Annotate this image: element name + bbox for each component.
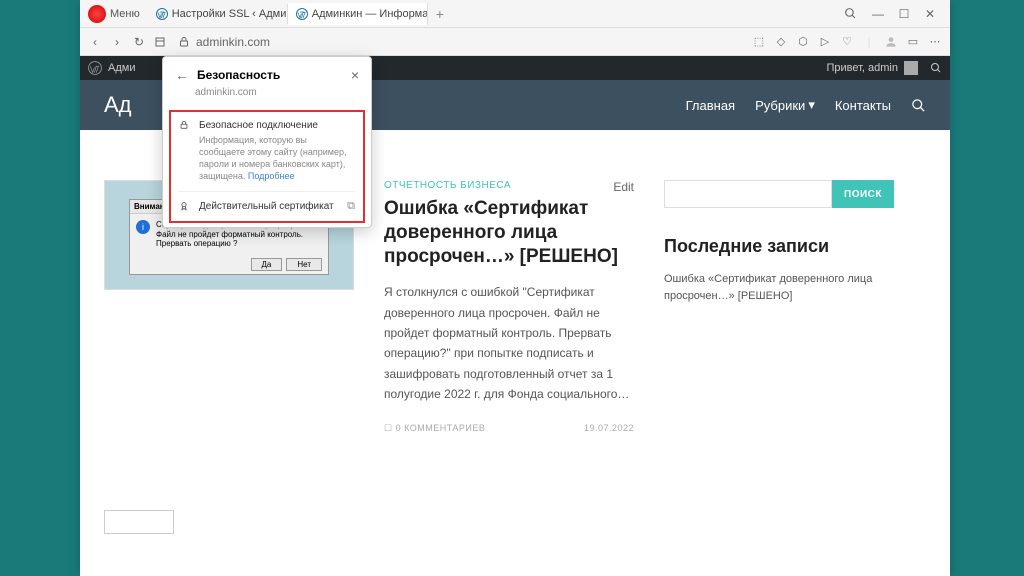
- info-icon: i: [136, 220, 150, 234]
- post-excerpt: Я столкнулся с ошибкой "Сертификат довер…: [384, 282, 634, 404]
- secure-connection-row: Безопасное подключение Информация, котор…: [179, 120, 355, 183]
- placeholder-box: [104, 510, 174, 534]
- tab-ssl-settings[interactable]: Настройки SSL ‹ Админки: [148, 4, 288, 24]
- learn-more-link[interactable]: Подробнее: [248, 171, 295, 181]
- certificate-row[interactable]: Действительный сертификат ⧉: [179, 191, 355, 213]
- tab-label: Админкин — Информаци: [312, 8, 428, 20]
- secure-title: Безопасное подключение: [199, 120, 355, 131]
- category-label[interactable]: ОТЧЕТНОСТЬ БИЗНЕСА: [384, 180, 634, 191]
- popup-title: Безопасность: [197, 68, 280, 82]
- site-logo[interactable]: Ад: [104, 92, 132, 118]
- new-tab-button[interactable]: +: [428, 2, 452, 26]
- wp-greeting[interactable]: Привет, admin: [826, 62, 898, 74]
- nav-menu: Главная Рубрики ▾ Контакты: [686, 97, 926, 113]
- open-icon[interactable]: ⧉: [347, 200, 355, 213]
- popup-header: ← Безопасность ×: [163, 57, 371, 87]
- url-field[interactable]: adminkin.com: [178, 35, 742, 49]
- shield-icon[interactable]: ◇: [774, 35, 788, 49]
- wp-search-icon[interactable]: [930, 62, 942, 74]
- lock-icon: [179, 120, 191, 130]
- site-settings-icon[interactable]: [178, 36, 190, 48]
- address-extras: ⬚ ◇ ⬡ ▷ ♡ | ▭ ⋯: [752, 35, 942, 49]
- divider: |: [862, 35, 876, 49]
- reload-icon[interactable]: ↻: [132, 35, 146, 49]
- wordpress-icon: [296, 8, 308, 20]
- left-column: Внимание i Сертификат доверенного лица п…: [104, 180, 354, 556]
- popup-domain: adminkin.com: [163, 87, 371, 106]
- edit-link[interactable]: Edit: [613, 180, 634, 194]
- certificate-icon: [179, 201, 191, 211]
- recent-post-link[interactable]: Ошибка «Сертификат доверенного лица прос…: [664, 271, 894, 304]
- address-bar: ‹ › ↻ adminkin.com ⬚ ◇ ⬡ ▷ ♡ | ▭ ⋯: [80, 28, 950, 56]
- search-button[interactable]: ПОИСК: [832, 180, 894, 208]
- nav-controls: ‹ › ↻: [88, 35, 168, 49]
- tab-adminkin[interactable]: Админкин — Информаци ×: [288, 3, 428, 25]
- wp-site-label[interactable]: Адми: [108, 62, 135, 74]
- sidebar-column: ПОИСК Последние записи Ошибка «Сертифика…: [664, 180, 894, 556]
- window-controls: — ☐ ✕: [844, 7, 946, 21]
- post-title[interactable]: Ошибка «Сертификат доверенного лица прос…: [384, 197, 634, 268]
- ext2-icon[interactable]: ⬡: [796, 35, 810, 49]
- comments-count[interactable]: ☐ 0 КОММЕНТАРИЕВ: [384, 423, 485, 434]
- nav-contacts[interactable]: Контакты: [835, 98, 891, 113]
- certificate-label: Действительный сертификат: [199, 201, 339, 212]
- heart-icon[interactable]: ♡: [840, 35, 854, 49]
- close-icon[interactable]: ×: [351, 67, 359, 83]
- thumb-yes-button: Да: [251, 258, 283, 271]
- search-icon[interactable]: [844, 7, 860, 20]
- profile-icon[interactable]: [884, 35, 898, 49]
- maximize-icon[interactable]: ☐: [896, 7, 912, 21]
- url-text: adminkin.com: [196, 35, 270, 49]
- search-input[interactable]: [664, 180, 832, 208]
- play-icon[interactable]: ▷: [818, 35, 832, 49]
- back-icon[interactable]: ←: [175, 67, 189, 83]
- search-widget: ПОИСК: [664, 180, 894, 208]
- nav-home[interactable]: Главная: [686, 98, 735, 113]
- security-popup: ← Безопасность × adminkin.com Безопасное…: [162, 56, 372, 228]
- menu-label[interactable]: Меню: [110, 8, 140, 20]
- wordpress-icon: [156, 8, 168, 20]
- chevron-down-icon: ▾: [808, 97, 815, 113]
- menu-icon[interactable]: ⋯: [928, 35, 942, 49]
- avatar[interactable]: [904, 61, 918, 75]
- back-icon[interactable]: ‹: [88, 35, 102, 49]
- tab-label: Настройки SSL ‹ Админки: [172, 8, 288, 20]
- battery-icon[interactable]: ▭: [906, 35, 920, 49]
- post-date: 19.07.2022: [584, 423, 634, 434]
- tab-bar: Меню Настройки SSL ‹ Админки Админкин — …: [80, 0, 950, 28]
- nav-rubrics[interactable]: Рубрики ▾: [755, 97, 815, 113]
- opera-menu-icon[interactable]: [88, 5, 106, 23]
- close-window-icon[interactable]: ✕: [922, 7, 938, 21]
- wp-logo-icon[interactable]: [88, 61, 102, 75]
- popup-highlight-box: Безопасное подключение Информация, котор…: [169, 110, 365, 223]
- ext-icon[interactable]: ⬚: [752, 35, 766, 49]
- thumb-no-button: Нет: [286, 258, 322, 271]
- forward-icon[interactable]: ›: [110, 35, 124, 49]
- post-meta: ☐ 0 КОММЕНТАРИЕВ 19.07.2022: [384, 423, 634, 434]
- home-icon[interactable]: [154, 36, 168, 48]
- recent-posts-title: Последние записи: [664, 236, 894, 257]
- nav-search-icon[interactable]: [911, 98, 926, 113]
- main-column: Edit ОТЧЕТНОСТЬ БИЗНЕСА Ошибка «Сертифик…: [384, 180, 634, 556]
- secure-text: Информация, которую вы сообщаете этому с…: [199, 134, 355, 183]
- minimize-icon[interactable]: —: [870, 7, 886, 21]
